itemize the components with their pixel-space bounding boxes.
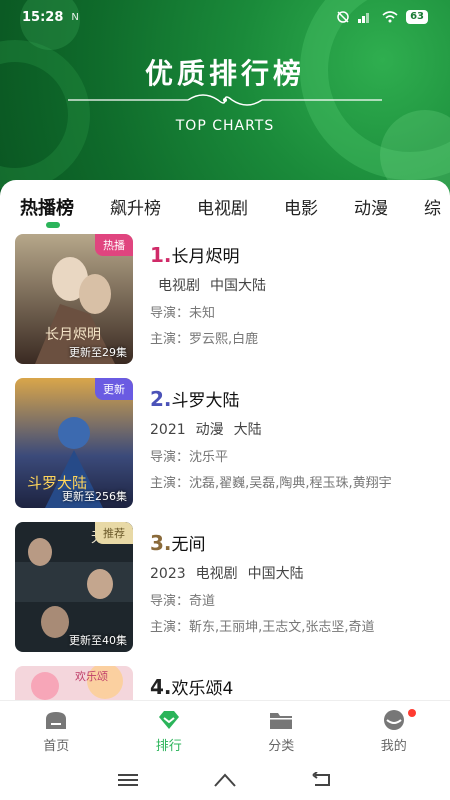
item-info: 1.长月烬明 电视剧 中国大陆 导演：未知 主演：罗云熙,白鹿 [150,242,440,347]
item-title: 斗罗大陆 [171,391,240,411]
item-cast: 主演：沈磊,翟巍,吴磊,陶典,程玉珠,黄翔宇 [150,476,392,491]
update-status: 更新至40集 [69,634,127,647]
ranking-icon [158,711,179,729]
battery-indicator: 63 [406,10,428,24]
item-info: 4.欢乐颂4 [150,674,440,699]
item-meta: 2021 动漫 大陆 [150,419,440,439]
item-region: 中国大陆 [210,278,266,294]
header-banner: 15:28 N 63 优质排行榜 TOP CHARTS [0,0,450,200]
nav-home-label: 首页 [43,739,70,754]
item-meta: 2023 电视剧 中国大陆 [150,563,440,583]
item-title: 欢乐颂4 [171,679,234,699]
back-button[interactable] [309,770,335,790]
nav-ranking-label: 排行 [155,739,182,754]
item-director: 导演：沈乐平 [150,450,229,465]
svg-text:欢乐颂: 欢乐颂 [75,669,108,683]
item-title-line[interactable]: 2.斗罗大陆 [150,386,440,411]
item-genre: 动漫 [195,422,224,438]
item-genre: 电视剧 [195,566,238,582]
menu-button[interactable] [115,770,141,790]
rank-number: 4. [150,675,172,699]
tab-movie[interactable]: 电影 [284,194,318,220]
item-cast: 主演：靳东,王丽坤,王志文,张志坚,奇道 [150,620,375,635]
badge-hot: 热播 [95,234,133,256]
update-status: 更新至29集 [69,346,127,359]
list-item[interactable]: 无间 推荐 更新至40集 3.无间 2023 电视剧中国大陆 导演：奇道 主演：靳… [0,522,450,654]
nfc-icon: N [71,11,79,23]
rank-number: 3. [150,531,172,555]
home-button[interactable] [212,770,238,790]
profile-icon [383,710,404,730]
item-director: 导演：未知 [150,306,216,321]
nav-category[interactable]: 分类 [225,701,338,760]
nav-ranking[interactable]: 排行 [113,701,226,760]
poster-image[interactable]: 长月烬明 热播 更新至29集 [15,234,133,364]
menu-icon [118,774,139,786]
item-info: 3.无间 2023 电视剧 中国大陆 导演：奇道 主演：靳东,王丽坤,王志文,张志坚… [150,530,440,635]
status-bar: 15:28 N 63 [0,0,450,34]
poster-image[interactable]: 无间 推荐 更新至40集 [15,522,133,652]
nav-profile-label: 我的 [380,739,407,754]
rank-number: 1. [150,243,172,267]
item-year: 2023 [150,566,186,582]
item-title-line[interactable]: 4.欢乐颂4 [150,674,440,699]
badge-update: 更新 [95,378,133,400]
signal-icon [358,13,370,23]
item-title-line[interactable]: 3.无间 [150,530,440,555]
active-tab-indicator [46,222,60,228]
tab-hot[interactable]: 热播榜 [20,194,74,220]
tab-rising[interactable]: 飙升榜 [110,194,161,220]
ranking-panel: 热播榜 飙升榜 电视剧 电影 动漫 综 长月烬明 热播 更新至29集 1.长月烬… [0,180,450,700]
item-region: 中国大陆 [247,566,304,582]
tab-tv[interactable]: 电视剧 [197,194,248,220]
poster-image[interactable]: 欢乐颂 [15,666,133,700]
nav-category-label: 分类 [268,739,295,754]
rank-number: 2. [150,387,172,411]
notification-dot [407,709,416,717]
back-icon [312,772,330,786]
home-icon [46,712,67,729]
nav-profile[interactable]: 我的 [338,701,450,760]
wifi-icon [382,11,398,23]
item-info: 2.斗罗大陆 2021 动漫 大陆 导演：沈乐平 主演：沈磊,翟巍,吴磊,陶典,程玉… [150,386,440,491]
item-title: 长月烬明 [171,247,240,267]
page-title: 优质排行榜 [144,57,305,90]
item-region: 大陆 [233,422,262,438]
system-home-icon [214,773,236,787]
system-navigation-bar [0,760,450,800]
tab-anime[interactable]: 动漫 [354,194,388,220]
item-director: 导演：奇道 [150,594,216,609]
item-title-line[interactable]: 1.长月烬明 [150,242,440,267]
item-genre: 电视剧 [158,278,200,294]
item-meta: 电视剧 中国大陆 [158,275,440,295]
poster-art: 欢乐颂 [15,666,133,700]
item-cast: 主演：罗云熙,白鹿 [150,332,259,347]
poster-image[interactable]: 斗罗大陆 更新 更新至256集 [15,378,133,508]
badge-recommend: 推荐 [95,522,133,544]
nav-home[interactable]: 首页 [0,701,113,760]
mute-icon [337,11,349,23]
status-time: 15:28 [22,9,64,25]
item-title: 无间 [171,535,206,555]
list-item[interactable]: 斗罗大陆 更新 更新至256集 2.斗罗大陆 2021 动漫 大陆 导演：沈乐平 主… [0,378,450,510]
item-year: 2021 [150,422,186,438]
list-item[interactable]: 欢乐颂 4.欢乐颂4 [0,666,450,700]
category-tabs: 热播榜 飙升榜 电视剧 电影 动漫 综 [20,194,441,220]
folder-icon [270,713,293,729]
tab-variety[interactable]: 综 [424,194,441,220]
bottom-navigation: 首页 排行 分类 我的 [0,700,450,760]
update-status: 更新至256集 [62,490,127,503]
ornament-divider [68,94,382,106]
svg-text:长月烬明: 长月烬明 [45,327,101,343]
page-subtitle: TOP CHARTS [175,118,275,134]
list-item[interactable]: 长月烬明 热播 更新至29集 1.长月烬明 电视剧 中国大陆 导演：未知 主演：罗… [0,234,450,366]
